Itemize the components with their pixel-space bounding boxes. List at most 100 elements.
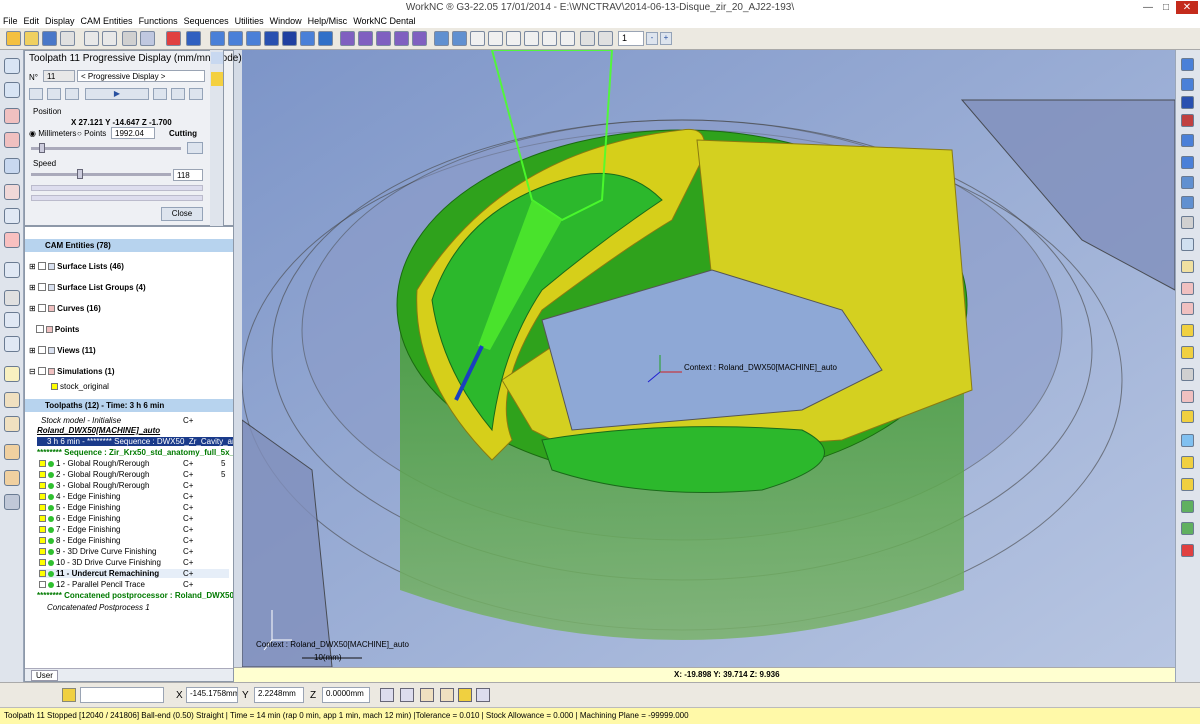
toolpaths-header[interactable]: Toolpaths (12) - Time: 3 h 6 min xyxy=(25,399,233,412)
grid-icon[interactable] xyxy=(122,31,137,46)
curve-tool-icon[interactable] xyxy=(4,108,20,124)
print-icon[interactable] xyxy=(60,31,75,46)
right-ok2-icon[interactable] xyxy=(1181,522,1194,535)
menu-display[interactable]: Display xyxy=(42,15,78,26)
section-tool-icon[interactable] xyxy=(4,184,20,200)
right-cube-side-icon[interactable] xyxy=(1181,114,1194,127)
settings-icon[interactable] xyxy=(560,31,575,46)
first-frame-button[interactable] xyxy=(29,88,43,100)
save-icon[interactable] xyxy=(42,31,57,46)
axis-view-icon[interactable] xyxy=(186,31,201,46)
toolpath-number-field[interactable]: 11 xyxy=(43,70,75,82)
tree-item[interactable]: ⊞ Curves (16) xyxy=(29,303,101,313)
surface-tool-icon[interactable] xyxy=(4,82,20,98)
render-icon[interactable] xyxy=(318,31,333,46)
position-slider[interactable] xyxy=(31,147,181,150)
menu-window[interactable]: Window xyxy=(267,15,305,26)
3d-viewport[interactable]: Context : Roland_DWX50[MACHINE]_auto Con… xyxy=(242,50,1175,667)
increment-button[interactable]: + xyxy=(660,32,672,45)
right-axis-icon[interactable] xyxy=(1181,544,1194,557)
right-ok-icon[interactable] xyxy=(1181,500,1194,513)
millimeters-radio[interactable]: ◉ Millimeters xyxy=(29,129,76,138)
points-radio[interactable]: ○ Points xyxy=(77,129,106,138)
open-folder-icon[interactable] xyxy=(24,31,39,46)
range-slider-a[interactable] xyxy=(31,185,203,191)
wireframe-icon[interactable] xyxy=(300,31,315,46)
zoom-in-icon[interactable] xyxy=(488,31,503,46)
pan-icon[interactable] xyxy=(376,31,391,46)
zoom-window-icon[interactable] xyxy=(358,31,373,46)
right-hide-icon[interactable] xyxy=(1181,216,1194,229)
right-cube-icon[interactable] xyxy=(1181,58,1194,71)
toolpath-row[interactable]: 4 - Edge Finishing xyxy=(39,492,120,501)
menu-help[interactable]: Help/Misc xyxy=(305,15,351,26)
layer-icon[interactable] xyxy=(598,31,613,46)
tree-item[interactable]: ⊞ Surface Lists (46) xyxy=(29,261,124,271)
stock-tool-icon[interactable] xyxy=(4,232,20,248)
tree-item[interactable]: ⊞ Views (11) xyxy=(29,345,96,355)
post-icon[interactable] xyxy=(4,470,20,486)
right-stock2-icon[interactable] xyxy=(1181,302,1194,315)
postprocessor-item[interactable]: ******** Concatened postprocessor : Rola… xyxy=(37,591,233,600)
menu-edit[interactable]: Edit xyxy=(21,15,43,26)
right-path2-icon[interactable] xyxy=(1181,346,1194,359)
tree-item[interactable]: ⊟ Simulations (1) xyxy=(29,366,115,376)
toolpath-row-selected[interactable]: 11 - Undercut Remachining xyxy=(39,569,229,578)
toolpath-row[interactable]: 3 - Global Rough/Rerough xyxy=(39,481,149,490)
menu-utilities[interactable]: Utilities xyxy=(232,15,267,26)
toolpath-row[interactable]: 9 - 3D Drive Curve Finishing xyxy=(39,547,156,556)
measure-tool-icon[interactable] xyxy=(4,208,20,224)
filter-icon[interactable] xyxy=(452,31,467,46)
view-front-icon[interactable] xyxy=(228,31,243,46)
pick-center-icon[interactable] xyxy=(420,688,434,702)
stock-model-item[interactable]: Stock model - Initialise xyxy=(41,416,121,425)
right-stock-icon[interactable] xyxy=(1181,282,1194,295)
z-input[interactable]: 0.0000mm xyxy=(322,687,370,703)
pick-vertex-icon[interactable] xyxy=(400,688,414,702)
menu-file[interactable]: File xyxy=(0,15,21,26)
right-cube-iso-icon[interactable] xyxy=(1181,134,1194,147)
right-cube-top-icon[interactable] xyxy=(1181,78,1194,91)
count-field[interactable]: 1 xyxy=(618,31,644,46)
panel-icon[interactable] xyxy=(140,31,155,46)
view-tool-icon[interactable] xyxy=(4,158,20,174)
right-mark-icon[interactable] xyxy=(1181,390,1194,403)
range-slider-b[interactable] xyxy=(31,195,203,201)
report-icon[interactable] xyxy=(4,444,20,460)
point-tool-icon[interactable] xyxy=(4,132,20,148)
close-window-button[interactable]: ✕ xyxy=(1176,1,1198,14)
sequence-item[interactable]: 3 h 6 min - ******** Sequence : DWX50_Zr… xyxy=(37,437,233,446)
sequence-item[interactable]: ******** Sequence : Zir_Krx50_std_anatom… xyxy=(37,448,233,457)
toolpath-row[interactable]: 1 - Global Rough/Rerough xyxy=(39,459,149,468)
select-icon[interactable] xyxy=(434,31,449,46)
right-edit-icon[interactable] xyxy=(1181,456,1194,469)
toolpath-edit-icon[interactable] xyxy=(4,416,20,432)
toolpath-icon[interactable] xyxy=(4,392,20,408)
points-field[interactable]: 1992.04 xyxy=(111,127,155,139)
right-info-icon[interactable] xyxy=(1181,434,1194,447)
new-file-icon[interactable] xyxy=(6,31,21,46)
position-slider-handle[interactable] xyxy=(39,143,45,153)
last-frame-button[interactable] xyxy=(189,88,203,100)
cutting-toggle-button[interactable] xyxy=(187,142,203,154)
cube-tool-icon[interactable] xyxy=(4,58,20,74)
toolpath-row[interactable]: 7 - Edge Finishing xyxy=(39,525,120,534)
toolpath-row[interactable]: 5 - Edge Finishing xyxy=(39,503,120,512)
axis-icon[interactable] xyxy=(166,31,181,46)
right-view-icon[interactable] xyxy=(1181,156,1194,169)
menu-worknc-dental[interactable]: WorkNC Dental xyxy=(350,15,418,26)
menu-cam-entities[interactable]: CAM Entities xyxy=(78,15,136,26)
pin-icon[interactable] xyxy=(211,52,223,64)
toolpath-row[interactable]: 6 - Edge Finishing xyxy=(39,514,120,523)
postprocess-item[interactable]: Concatenated Postprocess 1 xyxy=(47,603,150,612)
right-path-icon[interactable] xyxy=(1181,324,1194,337)
decrement-button[interactable]: - xyxy=(646,32,658,45)
measure-icon[interactable] xyxy=(470,31,485,46)
machine-item[interactable]: Roland_DWX50[MACHINE]_auto xyxy=(37,426,160,435)
cam-entities-header[interactable]: CAM Entities (78) xyxy=(25,239,233,252)
right-tool-icon[interactable] xyxy=(1181,260,1194,273)
x-input[interactable]: -145.1758mm xyxy=(186,687,238,703)
maximize-button[interactable]: □ xyxy=(1158,1,1174,14)
play-button[interactable]: ▶ xyxy=(85,88,149,100)
pick-mid-icon[interactable] xyxy=(440,688,454,702)
